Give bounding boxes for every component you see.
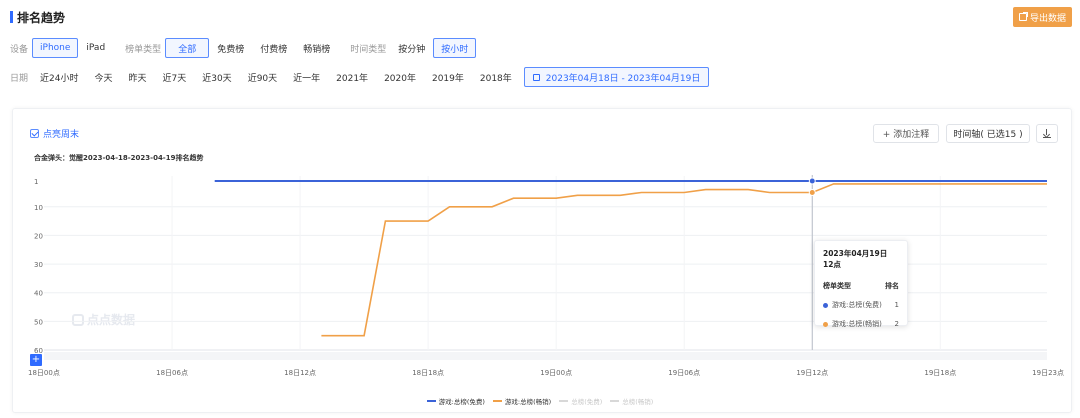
tooltip-row-name: 游戏:总榜(畅销) [832,320,882,328]
range-slider-track [44,352,1047,360]
legend-label: 总榜(免费) [571,398,603,406]
tooltip-row-value: 2 [894,320,899,328]
chart-series [214,180,1047,337]
highlight-point [808,188,816,196]
zoom-in-button[interactable]: + [30,354,42,366]
tooltip-col-rank: 排名 [885,282,899,290]
legend-label: 总榜(畅销) [622,398,654,406]
tooltip-row: 游戏:总榜(免费) 1 [823,300,899,310]
legend-swatch [559,400,569,402]
series-dot-icon [823,321,828,327]
x-tick-label: 19日12点 [796,369,828,377]
x-tick-label: 19日06点 [668,369,700,377]
tooltip-col-type: 榜单类型 [823,282,851,290]
rank-trend-chart[interactable]: 1102030405060 18日00点 18日06点 18日12点 18日18点 19… [0,0,1080,418]
x-tick-label: 18日12点 [284,369,316,377]
x-tick-label: 19日00点 [540,369,572,377]
legend-label: 游戏:总榜(免费) [438,398,485,406]
y-tick-label: 50 [34,318,43,326]
tooltip-row: 游戏:总榜(畅销) 2 [823,319,899,329]
legend-item[interactable]: 总榜(畅销) [610,396,653,406]
series-dot-icon [823,302,828,308]
highlight-point [808,177,816,185]
y-tick-label: 40 [34,290,43,298]
x-tick-label: 18日18点 [412,369,444,377]
y-tick-label: 1 [34,178,38,186]
chart-tooltip: 2023年04月19日 12点 榜单类型 排名 游戏:总榜(免费) 1 游戏:总… [814,240,908,329]
legend-swatch [426,400,436,402]
x-tick-label: 18日06点 [156,369,188,377]
legend-swatch [610,400,620,402]
x-tick-label: 18日00点 [28,369,60,377]
x-tick-label: 19日23点 [1032,369,1064,377]
y-axis-ticks: 1102030405060 [34,178,43,355]
legend-label: 游戏:总榜(畅销) [504,398,552,406]
tooltip-row-name: 游戏:总榜(免费) [832,301,882,309]
tooltip-header: 榜单类型 排名 [823,281,899,291]
y-tick-label: 10 [34,204,43,212]
x-axis-ticks: 18日00点 18日06点 18日12点 18日18点 19日00点 19日06点 19日1… [28,369,1064,377]
y-tick-label: 30 [34,261,43,269]
chart-legend: 游戏:总榜(免费) 游戏:总榜(畅销) 总榜(免费) 总榜(畅销) [0,396,1080,406]
x-tick-label: 19日18点 [924,369,956,377]
y-tick-label: 20 [34,232,43,240]
legend-item[interactable]: 游戏:总榜(免费) [426,396,485,406]
legend-item[interactable]: 总榜(免费) [559,396,602,406]
tooltip-title: 2023年04月19日 12点 [823,249,888,269]
legend-item[interactable]: 游戏:总榜(畅销) [492,396,552,406]
tooltip-row-value: 1 [894,301,899,309]
legend-swatch [492,400,502,402]
